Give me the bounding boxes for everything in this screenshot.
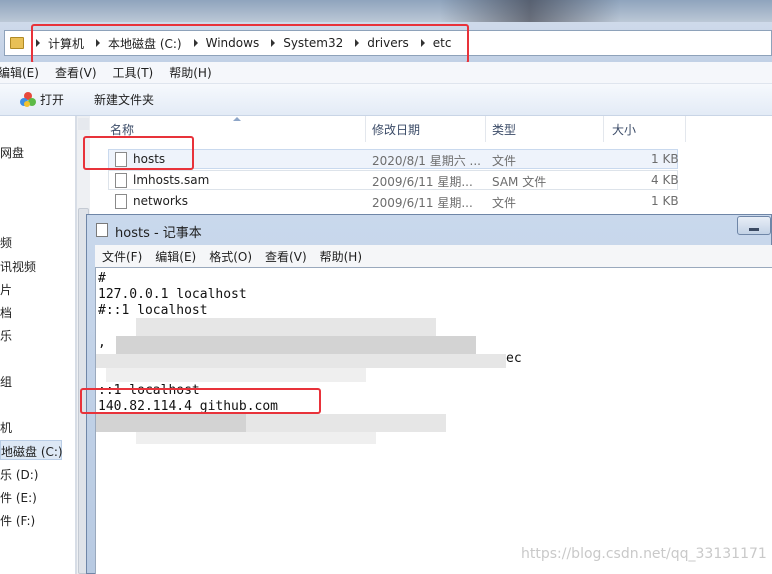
np-menu-format[interactable]: 格式(O) <box>209 248 252 265</box>
file-type: 文件 <box>492 196 517 210</box>
notepad-title: hosts - 记事本 <box>115 226 202 241</box>
file-row-lmhosts[interactable]: lmhosts.sam 2009/6/11 星期... SAM 文件 4 KB <box>108 170 679 190</box>
redaction-block <box>106 368 366 382</box>
column-header-type[interactable]: 类型 <box>486 116 604 142</box>
nav-item-documents[interactable]: 档 <box>0 304 12 321</box>
np-menu-file[interactable]: 文件(F) <box>102 248 142 265</box>
file-size: 1 KB <box>651 194 679 208</box>
column-header-modified[interactable]: 修改日期 <box>366 116 486 142</box>
file-icon <box>115 173 127 188</box>
highlight-address-box <box>31 24 469 64</box>
watermark: https://blog.csdn.net/qq_33131171 <box>521 546 767 562</box>
file-row-networks[interactable]: networks 2009/6/11 星期... 文件 1 KB <box>108 191 679 211</box>
redaction-block <box>96 414 246 432</box>
highlight-hosts-file <box>83 136 194 170</box>
nav-item-computer[interactable]: 机 <box>0 419 12 436</box>
file-modified: 2020/8/1 星期六 ... <box>372 154 481 168</box>
file-name: lmhosts.sam <box>133 173 210 187</box>
minimize-button[interactable] <box>737 216 771 235</box>
nav-item-tencent-video[interactable]: 讯视频 <box>0 258 36 275</box>
redaction-block <box>136 432 376 444</box>
file-icon <box>115 194 127 209</box>
nav-item-c-drive[interactable]: 地磁盘 (C:) <box>0 440 63 460</box>
file-size: 4 KB <box>651 173 679 187</box>
notepad-text-area[interactable]: # 127.0.0.1 localhost #::1 localhost ::1… <box>95 267 772 574</box>
redaction-block <box>136 318 436 336</box>
text-line-2: 127.0.0.1 localhost <box>98 287 247 302</box>
menu-edit[interactable]: 编辑(E) <box>0 64 39 81</box>
np-menu-edit[interactable]: 编辑(E) <box>155 248 196 265</box>
file-type: SAM 文件 <box>492 175 547 189</box>
file-modified: 2009/6/11 星期... <box>372 196 473 210</box>
explorer-menubar: 编辑(E) 查看(V) 工具(T) 帮助(H) <box>0 62 772 84</box>
redaction-block <box>116 336 476 354</box>
nav-item-f-drive[interactable]: 件 (F:) <box>0 512 35 529</box>
nav-item-netdisk[interactable]: 网盘 <box>0 144 24 161</box>
file-type: 文件 <box>492 154 517 168</box>
menu-tools[interactable]: 工具(T) <box>113 64 154 81</box>
nav-item-pictures[interactable]: 片 <box>0 281 12 298</box>
column-header-size[interactable]: 大小 <box>604 116 686 142</box>
nav-item-d-drive[interactable]: 乐 (D:) <box>0 466 38 483</box>
partial-text-left: , <box>98 335 106 350</box>
new-folder-button[interactable]: 新建文件夹 <box>94 91 154 108</box>
nav-item-e-drive[interactable]: 件 (E:) <box>0 489 37 506</box>
file-modified: 2009/6/11 星期... <box>372 175 473 189</box>
nav-item-video[interactable]: 频 <box>0 234 12 251</box>
np-menu-help[interactable]: 帮助(H) <box>320 248 362 265</box>
open-icon <box>20 91 36 108</box>
notepad-menubar: 文件(F) 编辑(E) 格式(O) 查看(V) 帮助(H) <box>95 245 772 267</box>
file-size: 1 KB <box>651 152 679 166</box>
nav-item-music[interactable]: 乐 <box>0 327 12 344</box>
np-menu-view[interactable]: 查看(V) <box>265 248 307 265</box>
redaction-block <box>96 354 506 368</box>
partial-text: ec <box>506 351 522 366</box>
explorer-titlebar <box>0 0 772 22</box>
menu-view[interactable]: 查看(V) <box>55 64 97 81</box>
redaction-block <box>246 414 446 432</box>
minimize-icon <box>749 228 759 231</box>
highlight-github-line <box>80 388 321 414</box>
text-line-3: #::1 localhost <box>98 303 208 318</box>
text-line-1: # <box>98 271 106 286</box>
navigation-pane: 网盘 频 讯视频 片 档 乐 组 机 地磁盘 (C:) 乐 (D:) 件 (E:… <box>0 116 76 574</box>
explorer-toolbar: 打开 新建文件夹 <box>0 84 772 116</box>
nav-item-homegroup[interactable]: 组 <box>0 373 12 390</box>
file-name: networks <box>133 194 188 208</box>
notepad-icon <box>96 223 108 237</box>
menu-help[interactable]: 帮助(H) <box>169 64 211 81</box>
open-button[interactable]: 打开 <box>40 91 64 108</box>
folder-icon <box>10 37 24 49</box>
